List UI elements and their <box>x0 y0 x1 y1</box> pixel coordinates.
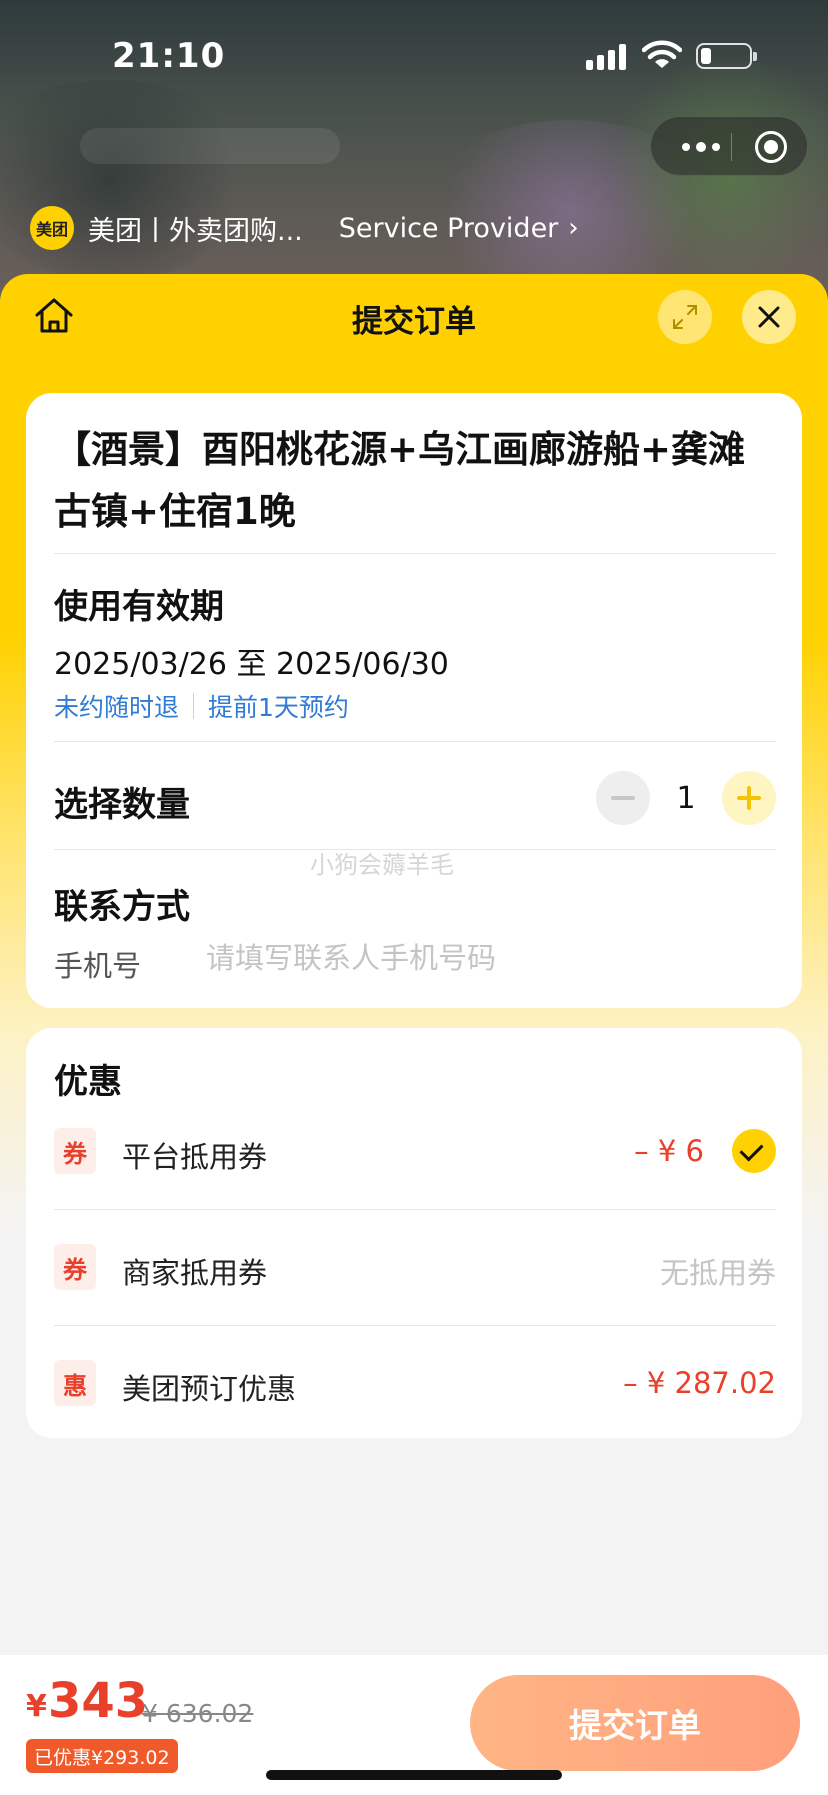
status-time: 21:10 <box>112 36 226 76</box>
contact-label: 联系方式 <box>54 887 190 927</box>
cellular-signal-icon <box>586 44 626 70</box>
quantity-label: 选择数量 <box>54 785 190 825</box>
miniprogram-capsule <box>650 116 808 176</box>
divider <box>54 741 776 742</box>
discount-card: 优惠 券 平台抵用券 – ¥ 6 券 商家抵用券 无抵用券 惠 美团预订优惠 –… <box>26 1028 802 1438</box>
wifi-icon <box>642 40 682 68</box>
discount-name: 商家抵用券 <box>122 1256 268 1290</box>
submit-order-button[interactable]: 提交订单 <box>470 1675 800 1771</box>
order-detail-card: 【酒景】酉阳桃花源+乌江画廊游船+龚滩古镇+住宿1晚 使用有效期 2025/03… <box>26 393 802 1008</box>
discount-name: 平台抵用券 <box>122 1140 268 1174</box>
target-icon[interactable] <box>755 131 787 163</box>
tag-divider <box>193 693 195 719</box>
discount-name: 美团预订优惠 <box>122 1372 297 1406</box>
discount-row-platform[interactable]: 券 平台抵用券 – ¥ 6 <box>54 1122 776 1182</box>
discount-title: 优惠 <box>54 1062 122 1102</box>
total-price: 343 <box>48 1673 149 1729</box>
product-title: 【酒景】酉阳桃花源+乌江画廊游船+龚滩古镇+住宿1晚 <box>54 428 746 533</box>
validity-date: 2025/03/26 至 2025/06/30 <box>54 647 449 682</box>
saved-amount-badge: 已优惠¥293.02 <box>26 1739 178 1773</box>
promo-badge: 惠 <box>54 1360 96 1406</box>
phone-label: 手机号 <box>54 949 142 983</box>
discount-amount: – ¥ 287.02 <box>623 1366 776 1400</box>
faded-search-bar <box>80 128 340 164</box>
currency-symbol: ¥ <box>26 1689 47 1724</box>
original-price: ¥ 636.02 <box>142 1699 254 1728</box>
status-bar: 21:10 <box>0 0 828 110</box>
discount-row-booking[interactable]: 惠 美团预订优惠 – ¥ 287.02 <box>54 1354 776 1414</box>
divider <box>54 1325 776 1326</box>
divider <box>54 553 776 554</box>
refund-tag[interactable]: 未约随时退 <box>54 688 179 724</box>
service-provider-bar[interactable]: 美团 美团丨外卖团购... Service Provider › <box>30 206 579 250</box>
minus-icon[interactable] <box>596 771 650 825</box>
discount-row-merchant[interactable]: 券 商家抵用券 无抵用券 <box>54 1238 776 1298</box>
watermark: 小狗会薅羊毛 <box>310 851 454 879</box>
chevron-right-icon: › <box>568 213 579 243</box>
home-indicator <box>266 1770 562 1780</box>
reservation-tag[interactable]: 提前1天预约 <box>208 688 349 724</box>
provider-name: 美团丨外卖团购... <box>88 215 303 247</box>
plus-icon[interactable] <box>722 771 776 825</box>
close-icon[interactable] <box>742 290 796 344</box>
discount-amount: – ¥ 6 <box>634 1134 704 1168</box>
validity-label: 使用有效期 <box>54 587 224 627</box>
more-dots-icon[interactable] <box>673 131 729 163</box>
check-icon[interactable] <box>732 1129 776 1173</box>
discount-amount: 无抵用券 <box>659 1256 776 1290</box>
meituan-logo: 美团 <box>30 206 74 250</box>
expand-icon[interactable] <box>658 290 712 344</box>
sheet-header: 提交订单 <box>0 274 828 358</box>
service-provider-link[interactable]: Service Provider <box>339 213 559 244</box>
coupon-badge: 券 <box>54 1244 96 1290</box>
capsule-divider <box>731 133 732 161</box>
quantity-value: 1 <box>676 781 696 816</box>
battery-icon <box>696 43 757 69</box>
phone-input[interactable] <box>206 933 746 983</box>
quantity-stepper: 1 <box>596 771 776 827</box>
coupon-badge: 券 <box>54 1128 96 1174</box>
divider <box>54 1209 776 1210</box>
policy-tags: 未约随时退 提前1天预约 <box>54 688 349 724</box>
